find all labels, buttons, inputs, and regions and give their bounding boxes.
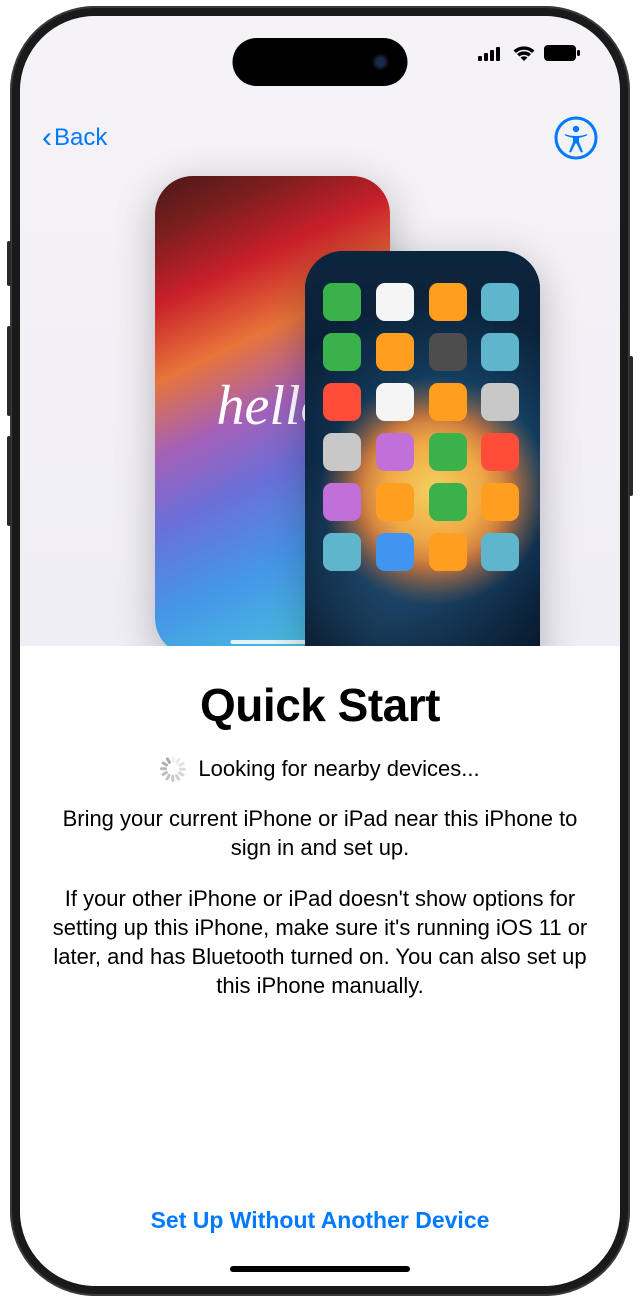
volume-up <box>7 326 11 416</box>
app-icon <box>481 283 519 321</box>
app-icon <box>481 333 519 371</box>
body-text-1: Bring your current iPhone or iPad near t… <box>50 804 590 862</box>
app-icon <box>323 333 361 371</box>
hero-illustration: hello <box>20 16 620 646</box>
app-icon <box>429 283 467 321</box>
spinner-icon <box>160 756 186 782</box>
volume-down <box>7 436 11 526</box>
phone-mock-homescreen <box>305 251 540 646</box>
body-text-2: If your other iPhone or iPad doesn't sho… <box>50 884 590 1000</box>
setup-without-device-button[interactable]: Set Up Without Another Device <box>50 1207 590 1234</box>
app-icon <box>376 283 414 321</box>
accessibility-button[interactable] <box>554 116 598 160</box>
top-nav: ‹ Back <box>20 116 620 160</box>
front-camera-icon <box>372 53 390 71</box>
app-icon <box>429 483 467 521</box>
app-icon <box>323 383 361 421</box>
screen: ‹ Back hello Quick Start <box>20 16 620 1286</box>
app-icon <box>376 383 414 421</box>
home-indicator-icon <box>230 640 315 644</box>
app-icon <box>323 283 361 321</box>
battery-icon <box>544 45 580 61</box>
app-icon <box>323 483 361 521</box>
content-panel: Quick Start Looking for nearby devices..… <box>20 646 620 1286</box>
app-icon <box>481 433 519 471</box>
app-icon <box>376 533 414 571</box>
app-icon <box>481 383 519 421</box>
app-icon <box>376 333 414 371</box>
chevron-left-icon: ‹ <box>42 121 52 155</box>
app-icon <box>429 383 467 421</box>
back-button[interactable]: ‹ Back <box>42 121 107 155</box>
power-button <box>629 356 633 496</box>
app-icon <box>376 483 414 521</box>
app-icon <box>429 333 467 371</box>
cellular-icon <box>478 45 504 61</box>
app-icon <box>323 533 361 571</box>
status-text: Looking for nearby devices... <box>198 756 479 782</box>
app-icon <box>481 533 519 571</box>
home-indicator[interactable] <box>230 1266 410 1272</box>
back-label: Back <box>54 124 107 152</box>
accessibility-icon <box>554 116 598 160</box>
silent-switch <box>7 241 11 286</box>
status-bar <box>478 44 580 61</box>
app-icon <box>481 483 519 521</box>
app-icon <box>429 433 467 471</box>
app-icon <box>323 433 361 471</box>
status-row: Looking for nearby devices... <box>50 756 590 782</box>
wifi-icon <box>512 44 536 61</box>
app-icon <box>376 433 414 471</box>
page-title: Quick Start <box>50 678 590 732</box>
app-grid <box>323 283 522 646</box>
dynamic-island <box>233 38 408 86</box>
app-icon <box>429 533 467 571</box>
device-frame: ‹ Back hello Quick Start <box>10 6 630 1296</box>
